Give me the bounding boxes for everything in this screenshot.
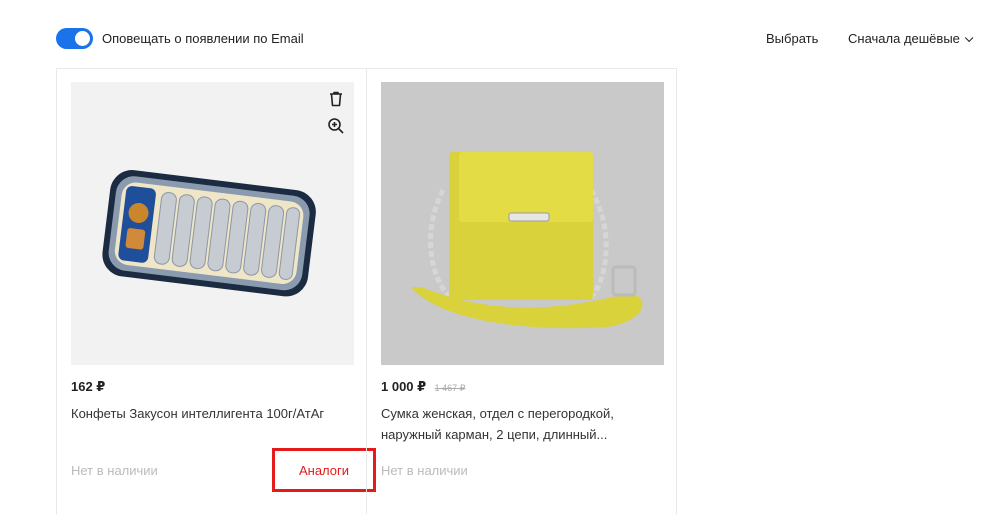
price-row: 1 000 ₽ 1 467 ₽: [381, 378, 465, 396]
price-row: 162 ₽: [71, 378, 105, 396]
toggle-knob: [75, 31, 90, 46]
yellow-bag-image: [411, 152, 643, 329]
sort-label: Сначала дешёвые: [848, 31, 960, 46]
product-grid: 162 ₽ Конфеты Закусон интеллигента 100г/…: [56, 68, 677, 514]
product-title[interactable]: Сумка женская, отдел с перегородкой, нар…: [381, 403, 667, 445]
chevron-down-icon: [964, 33, 974, 43]
product-image[interactable]: [381, 82, 664, 365]
sort-dropdown[interactable]: Сначала дешёвые: [848, 31, 974, 46]
select-button[interactable]: Выбрать: [766, 31, 818, 46]
price: 1 000 ₽: [381, 379, 427, 394]
product-image[interactable]: [71, 82, 354, 365]
zoom-in-icon[interactable]: [327, 117, 345, 135]
old-price: 1 467 ₽: [434, 383, 466, 393]
product-card[interactable]: 1 000 ₽ 1 467 ₽ Сумка женская, отдел с п…: [366, 69, 677, 514]
analogs-button[interactable]: Аналоги: [272, 448, 376, 492]
email-notify-label: Оповещать о появлении по Email: [102, 31, 304, 46]
stock-status: Нет в наличии: [381, 463, 468, 478]
email-notify-toggle[interactable]: [56, 28, 93, 49]
top-bar: Оповещать о появлении по Email Выбрать С…: [0, 0, 989, 72]
price: 162 ₽: [71, 379, 106, 394]
product-card[interactable]: 162 ₽ Конфеты Закусон интеллигента 100г/…: [56, 69, 376, 514]
candy-tin-image: [102, 170, 316, 297]
product-title[interactable]: Конфеты Закусон интеллигента 100г/АтАг: [71, 403, 357, 424]
trash-icon[interactable]: [327, 90, 345, 108]
stock-status: Нет в наличии: [71, 463, 158, 478]
